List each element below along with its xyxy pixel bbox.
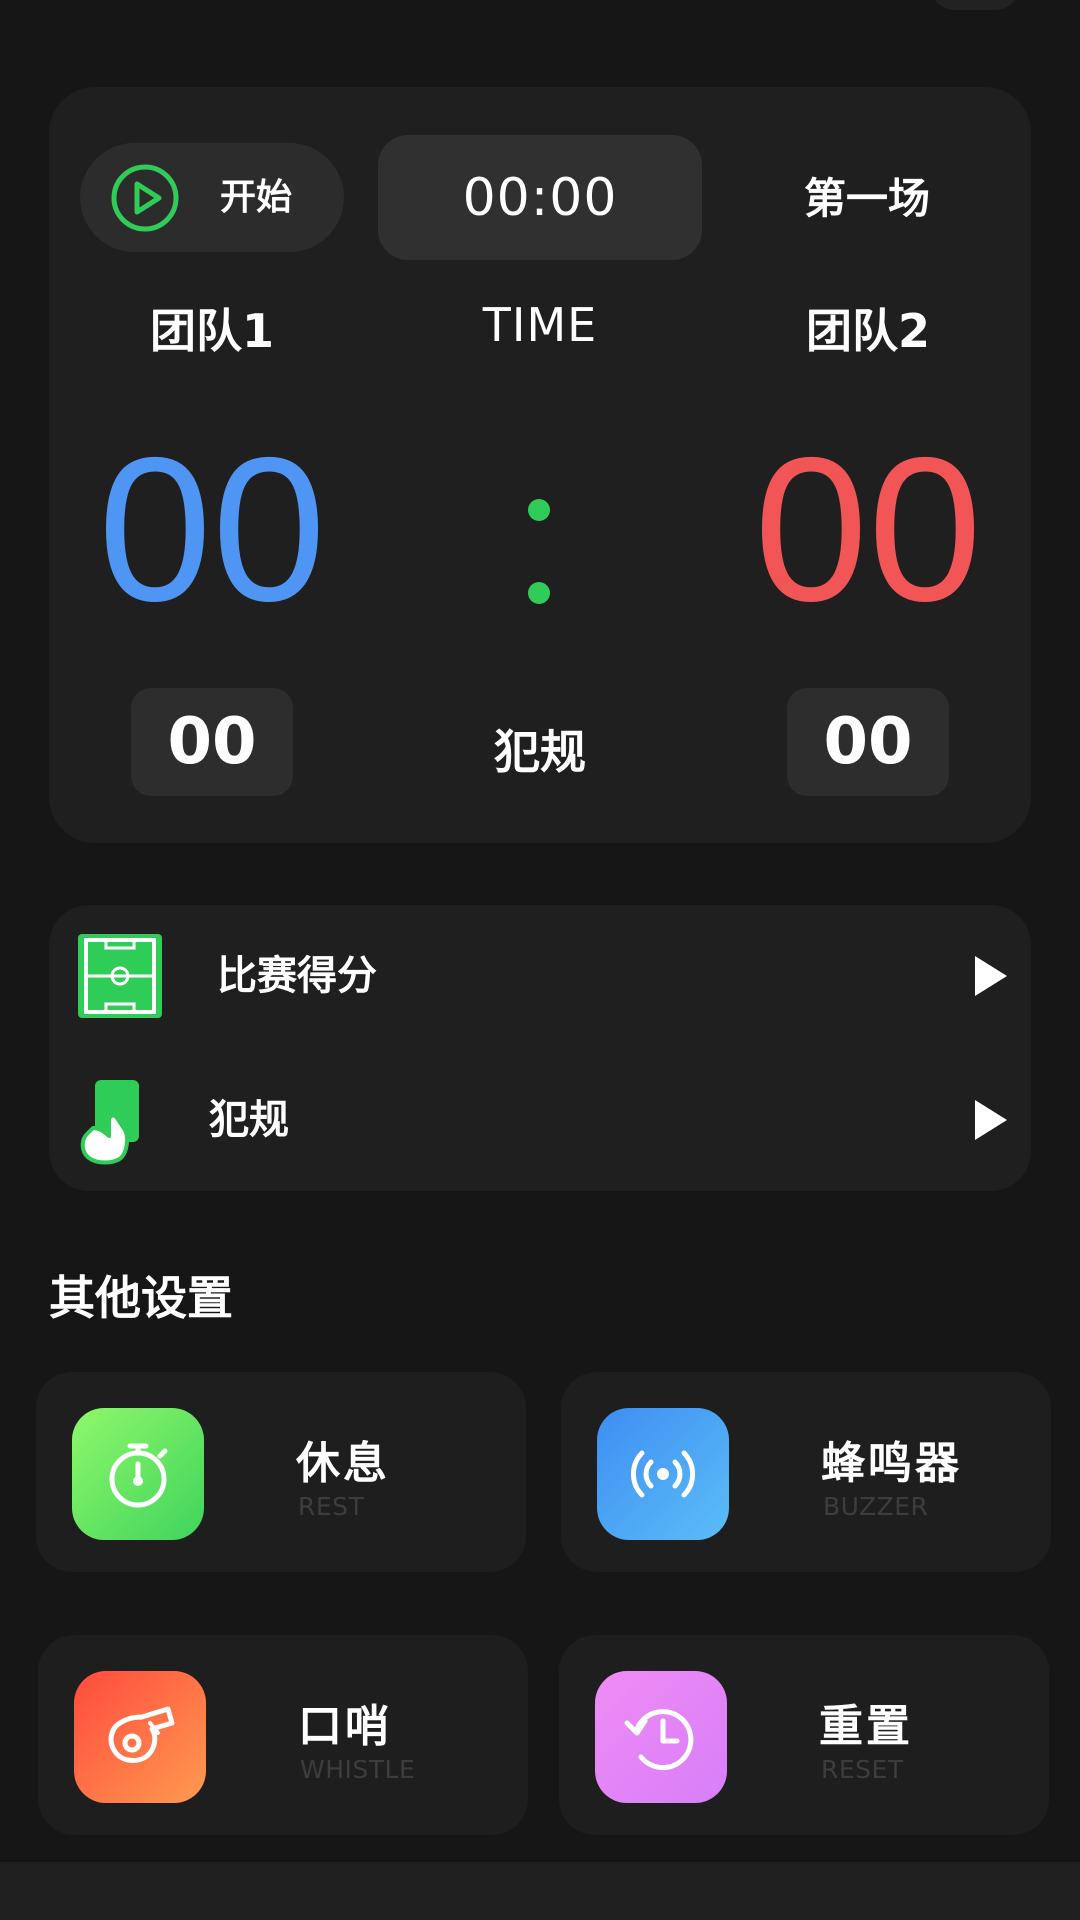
- play-icon: [111, 164, 179, 231]
- whistle-title: 口哨: [298, 1701, 392, 1752]
- score-separator-dot-bottom: [528, 582, 550, 604]
- round-label[interactable]: 第一场: [767, 165, 967, 226]
- whistle-icon: [74, 1671, 206, 1803]
- stopwatch-icon: [72, 1408, 204, 1540]
- rest-subtitle: REST: [298, 1492, 365, 1521]
- buzzer-tile[interactable]: 蜂鸣器 BUZZER: [561, 1372, 1051, 1572]
- play-arrow-icon: [975, 956, 1007, 996]
- menu-item-fouls[interactable]: 犯规: [49, 1060, 1031, 1180]
- top-pill: [930, 0, 1020, 10]
- menu-item-match-score[interactable]: 比赛得分: [49, 916, 1031, 1036]
- team2-name[interactable]: 团队2: [748, 295, 988, 361]
- start-button[interactable]: 开始: [80, 143, 344, 252]
- play-arrow-icon: [975, 1100, 1007, 1140]
- start-label: 开始: [220, 177, 293, 218]
- buzzer-subtitle: BUZZER: [823, 1492, 929, 1521]
- soccer-field-icon: [78, 934, 162, 1018]
- score-separator-dot-top: [528, 499, 550, 521]
- reset-subtitle: RESET: [821, 1755, 904, 1784]
- foul-card-icon: [80, 1080, 139, 1165]
- rest-title: 休息: [296, 1438, 390, 1489]
- reset-tile[interactable]: 重置 RESET: [559, 1635, 1049, 1835]
- section-title-other-settings: 其他设置: [49, 1271, 233, 1325]
- reset-title: 重置: [819, 1701, 913, 1752]
- menu-label-match-score: 比赛得分: [217, 953, 377, 999]
- buzzer-icon: [597, 1408, 729, 1540]
- whistle-tile[interactable]: 口哨 WHISTLE: [38, 1635, 528, 1835]
- menu-label-fouls: 犯规: [209, 1097, 289, 1143]
- team2-score[interactable]: 00: [738, 420, 998, 640]
- timer-display[interactable]: 00:00: [378, 135, 702, 260]
- rest-tile[interactable]: 休息 REST: [36, 1372, 526, 1572]
- reset-clock-icon: [595, 1671, 727, 1803]
- team2-fouls[interactable]: 00: [787, 688, 949, 796]
- whistle-subtitle: WHISTLE: [300, 1755, 416, 1784]
- buzzer-title: 蜂鸣器: [821, 1438, 962, 1489]
- team1-name[interactable]: 团队1: [92, 295, 332, 361]
- bottom-bar: [0, 1862, 1080, 1920]
- time-label: TIME: [482, 298, 598, 352]
- team1-fouls[interactable]: 00: [131, 688, 293, 796]
- team1-score[interactable]: 00: [82, 420, 342, 640]
- fouls-label: 犯规: [494, 725, 586, 779]
- app-screen: 开始 00:00 第一场 团队1 TIME 团队2 00 00 00 犯规 00…: [0, 0, 1080, 1920]
